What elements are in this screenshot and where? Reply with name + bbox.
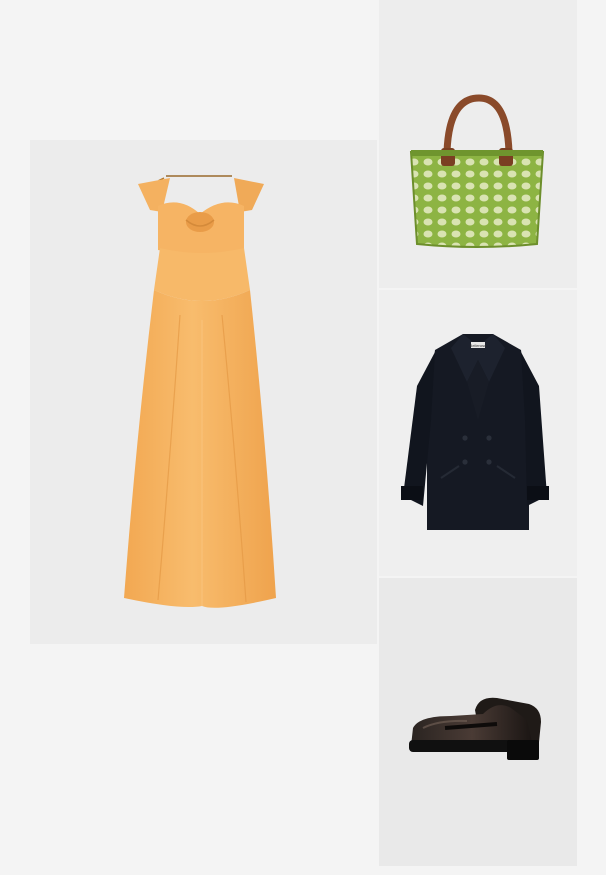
product-tile-shoe[interactable] <box>379 578 577 866</box>
shoe-image <box>409 697 541 760</box>
coat-brand-label: Bellerose <box>470 343 487 348</box>
bag-image <box>409 94 545 248</box>
product-tile-dress[interactable] <box>30 140 377 644</box>
product-tile-bag[interactable] <box>379 0 577 288</box>
product-tile-coat[interactable]: Bellerose <box>379 290 577 576</box>
dress-image <box>124 175 276 608</box>
coat-image: Bellerose <box>401 334 549 530</box>
outfit-collage: Bellerose <box>0 0 606 875</box>
